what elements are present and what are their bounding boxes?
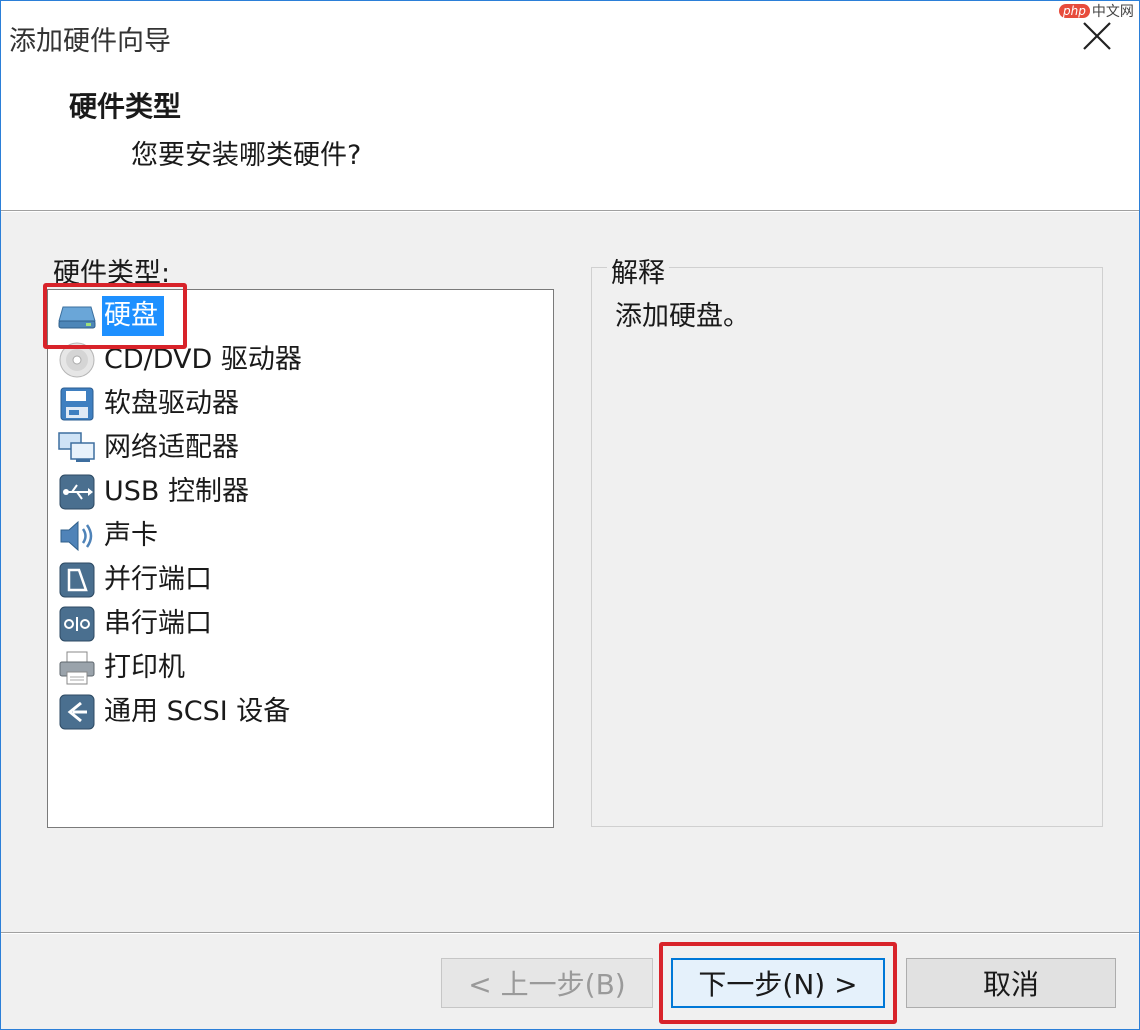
list-item-label: 串行端口 bbox=[104, 608, 212, 639]
list-item-floppy[interactable]: 软盘驱动器 bbox=[58, 382, 245, 426]
list-item-network-adapter[interactable]: 网络适配器 bbox=[58, 426, 245, 470]
list-item-generic-scsi[interactable]: 通用 SCSI 设备 bbox=[58, 690, 296, 734]
list-item-label: USB 控制器 bbox=[104, 476, 250, 507]
list-item-cd-dvd[interactable]: CD/DVD 驱动器 bbox=[58, 338, 308, 382]
list-item-label: 软盘驱动器 bbox=[104, 388, 239, 419]
header-divider bbox=[1, 210, 1139, 212]
list-item-label: CD/DVD 驱动器 bbox=[104, 344, 302, 375]
list-item-usb-controller[interactable]: USB 控制器 bbox=[58, 470, 255, 514]
list-item-label: 通用 SCSI 设备 bbox=[104, 696, 291, 727]
list-item-hard-disk[interactable]: 硬盘 bbox=[58, 294, 164, 338]
explanation-groupbox bbox=[591, 267, 1103, 827]
list-item-printer[interactable]: 打印机 bbox=[58, 646, 191, 690]
usb-icon bbox=[58, 473, 96, 511]
footer-divider bbox=[1, 932, 1139, 934]
parallel-port-icon bbox=[58, 561, 96, 599]
explanation-text: 添加硬盘。 bbox=[615, 301, 750, 332]
close-icon bbox=[1083, 22, 1111, 50]
list-item-label: 打印机 bbox=[104, 652, 185, 683]
hard-disk-icon bbox=[58, 297, 96, 335]
add-hardware-wizard-window: 添加硬件向导 php 中文网 硬件类型 您要安装哪类硬件? 硬件类型: 硬盘 C… bbox=[0, 0, 1140, 1030]
scsi-icon bbox=[58, 693, 96, 731]
list-item-label: 硬盘 bbox=[102, 296, 164, 336]
list-item-label: 并行端口 bbox=[104, 564, 212, 595]
next-button[interactable]: 下一步(N) > bbox=[671, 958, 885, 1008]
title-bar: 添加硬件向导 php 中文网 bbox=[1, 1, 1139, 71]
wizard-header: 硬件类型 您要安装哪类硬件? bbox=[1, 71, 1139, 210]
list-item-sound-card[interactable]: 声卡 bbox=[58, 514, 164, 558]
list-item-parallel-port[interactable]: 并行端口 bbox=[58, 558, 218, 602]
list-item-label: 声卡 bbox=[104, 520, 158, 551]
hardware-type-listbox[interactable]: 硬盘 CD/DVD 驱动器 软盘驱动器 网络适配器 USB 控制器 声卡 并行端… bbox=[47, 289, 554, 828]
close-button[interactable] bbox=[1069, 9, 1125, 63]
page-title: 硬件类型 bbox=[69, 90, 182, 123]
floppy-icon bbox=[58, 385, 96, 423]
printer-icon bbox=[58, 649, 96, 687]
list-item-label: 网络适配器 bbox=[104, 432, 239, 463]
cd-dvd-icon bbox=[58, 341, 96, 379]
hardware-list-label: 硬件类型: bbox=[53, 258, 171, 289]
sound-card-icon bbox=[58, 517, 96, 555]
back-button[interactable]: < 上一步(B) bbox=[441, 958, 653, 1008]
network-adapter-icon bbox=[58, 429, 96, 467]
serial-port-icon bbox=[58, 605, 96, 643]
list-item-serial-port[interactable]: 串行端口 bbox=[58, 602, 218, 646]
explanation-label: 解释 bbox=[607, 251, 669, 290]
page-subtitle: 您要安装哪类硬件? bbox=[131, 140, 362, 171]
window-title: 添加硬件向导 bbox=[9, 26, 171, 57]
cancel-button[interactable]: 取消 bbox=[906, 958, 1116, 1008]
